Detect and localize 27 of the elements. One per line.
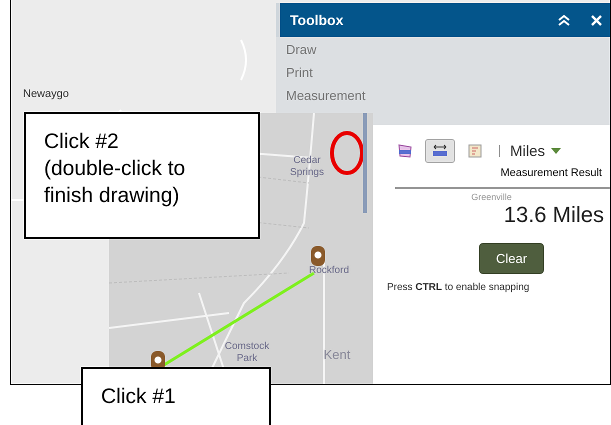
caret-icon	[551, 148, 562, 154]
toolbox-item[interactable]: Draw	[286, 43, 600, 57]
clear-button[interactable]: Clear	[478, 243, 544, 274]
collapse-icon[interactable]	[557, 14, 571, 26]
area-ruler-icon	[397, 143, 413, 159]
map-label: Kent	[322, 349, 352, 361]
map-label: Greenville	[471, 192, 512, 202]
map-label: Cedar Springs	[289, 155, 325, 179]
scrollbar[interactable]	[363, 113, 367, 213]
result-label: Measurement Result	[500, 167, 602, 179]
toolbox-title: Toolbox	[290, 12, 344, 28]
toolbox-item[interactable]: Measurement	[286, 89, 600, 103]
map-label: Rockford	[308, 265, 350, 277]
location-grid-icon	[467, 143, 483, 159]
map-label: Comstock Park	[224, 341, 270, 365]
measure-tool-button[interactable]	[425, 139, 455, 163]
toolbox-item[interactable]: Print	[286, 66, 600, 80]
measurement-result: 13.6 Miles	[504, 202, 604, 228]
highlight-circle	[330, 131, 364, 175]
callout-box: Click #1	[81, 367, 271, 425]
snapping-hint: Press CTRL to enable snapping	[387, 282, 530, 293]
unit-dropdown[interactable]: Miles	[510, 142, 562, 160]
ruler-icon	[431, 143, 449, 159]
pin-icon	[311, 246, 325, 266]
map-label: Newaygo	[23, 88, 69, 100]
callout-box: Click #2 (double-click to finish drawing)	[24, 112, 260, 239]
close-icon[interactable]	[591, 14, 602, 26]
